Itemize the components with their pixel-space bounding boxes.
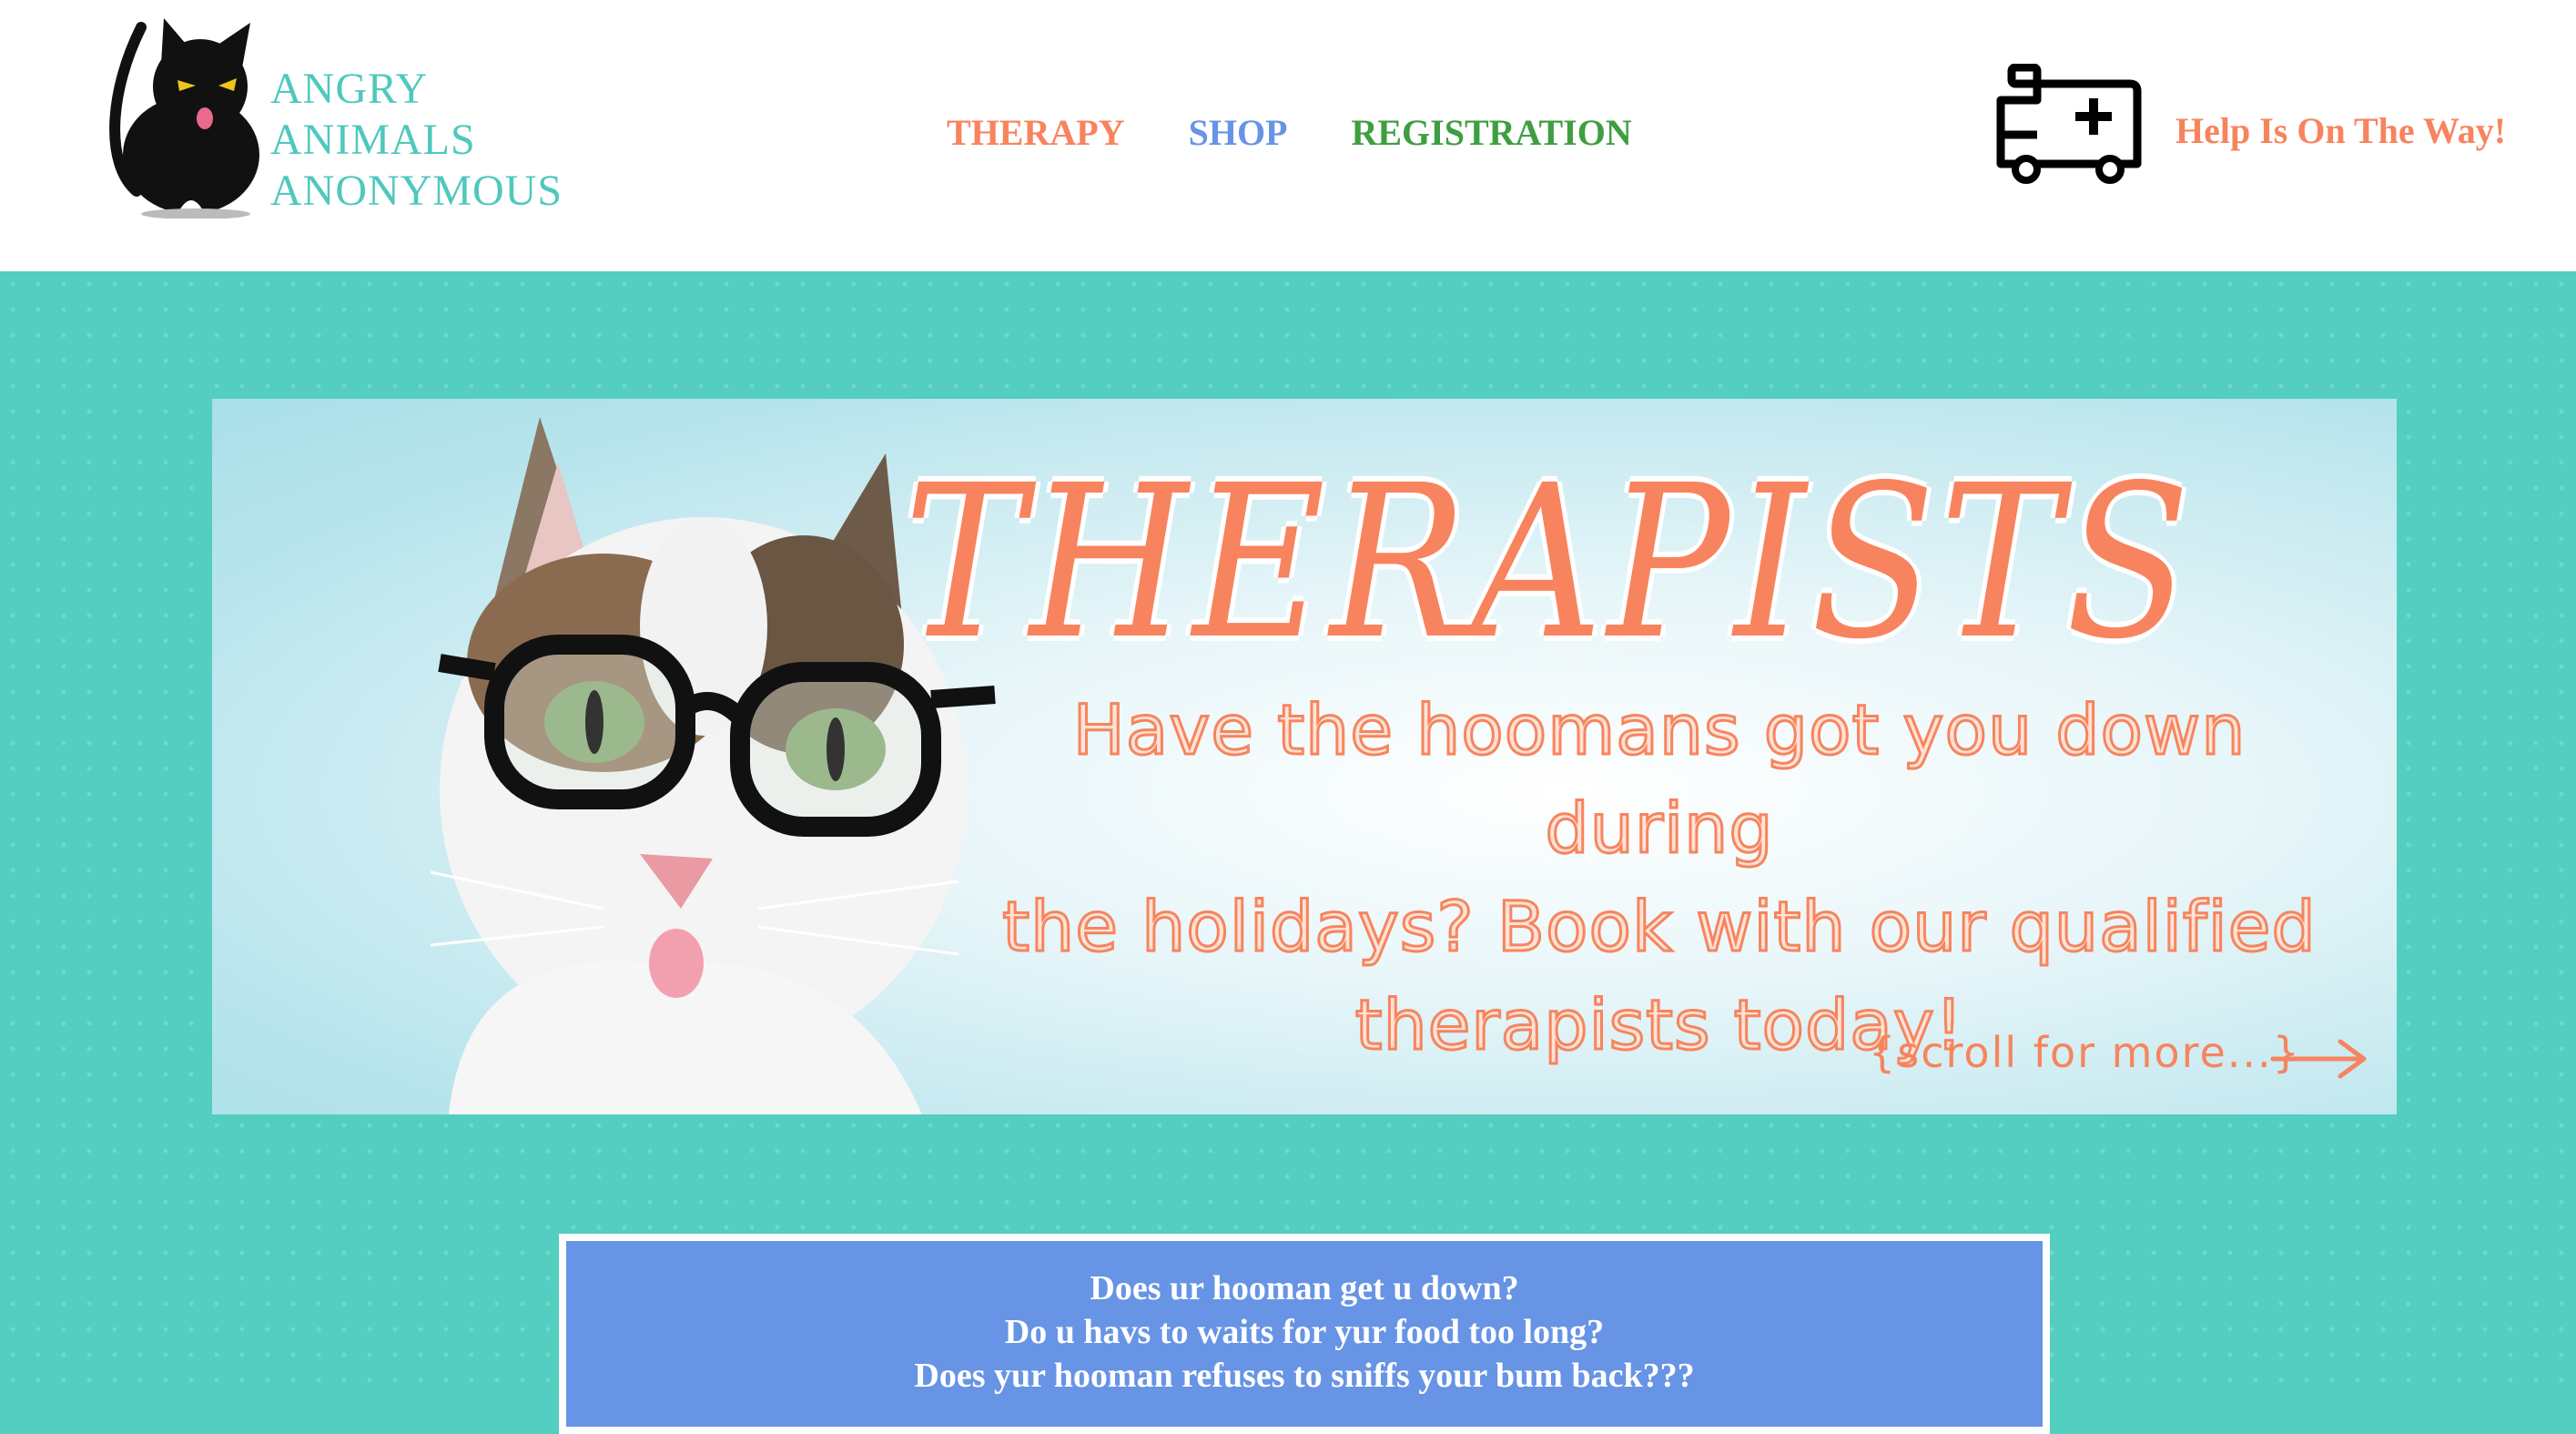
logo-text: ANGRY ANIMALS ANONYMOUS xyxy=(270,64,598,217)
nav-item-therapy[interactable]: THERAPY xyxy=(947,106,1125,160)
site-header: ANGRY ANIMALS ANONYMOUS THERAPY SHOP REG… xyxy=(0,0,2576,271)
help-link[interactable]: Help Is On The Way! xyxy=(1993,64,2507,191)
question-line: Does ur hooman get u down? xyxy=(1090,1269,1519,1307)
banner-subtitle-line: Have the hoomans got you down during xyxy=(1071,688,2246,870)
nav-item-registration[interactable]: REGISTRATION xyxy=(1351,106,1631,160)
logo-line: ANONYMOUS xyxy=(270,167,563,215)
help-text: Help Is On The Way! xyxy=(2175,110,2507,151)
main-nav: THERAPY SHOP REGISTRATION xyxy=(947,106,1632,160)
banner-subtitle: Have the hoomans got you down during the… xyxy=(958,681,2360,1074)
site-logo[interactable]: ANGRY ANIMALS ANONYMOUS xyxy=(105,9,578,219)
logo-line: ANGRY xyxy=(270,65,429,113)
nav-item-shop[interactable]: SHOP xyxy=(1189,106,1288,160)
scroll-for-more-link[interactable]: {scroll for more...} xyxy=(1869,1027,2301,1078)
therapists-banner: THERAPISTS Have the hoomans got you down… xyxy=(212,399,2397,1114)
question-line: Do u havs to waits for yur food too long… xyxy=(1004,1313,1605,1351)
black-cat-logo-icon xyxy=(109,18,259,219)
banner-title: THERAPISTS xyxy=(904,440,2196,686)
main-content: THERAPISTS Have the hoomans got you down… xyxy=(0,271,2576,1434)
banner-subtitle-line: the holidays? Book with our qualified xyxy=(1001,885,2317,969)
arrow-right-icon[interactable] xyxy=(2269,1036,2369,1082)
ambulance-icon xyxy=(1996,64,2142,184)
question-line: Does yur hooman refuses to sniffs your b… xyxy=(914,1357,1695,1395)
questions-box: Does ur hooman get u down? Do u havs to … xyxy=(559,1234,2050,1434)
logo-line: ANIMALS xyxy=(270,116,476,164)
